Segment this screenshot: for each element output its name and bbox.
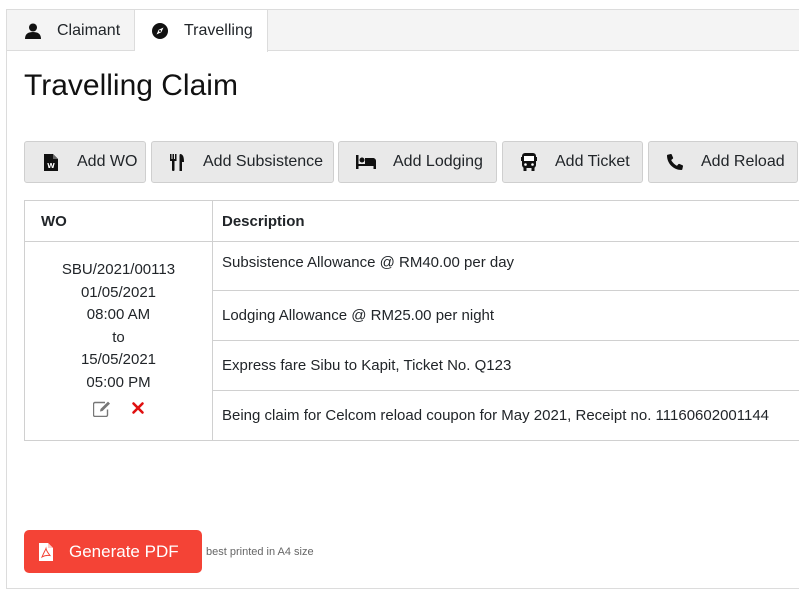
add-subsistence-button[interactable]: Add Subsistence: [151, 141, 334, 183]
table-header: WO Description: [25, 201, 799, 242]
add-lodging-label: Add Lodging: [393, 153, 483, 170]
utensils-icon: [167, 153, 187, 171]
tab-travelling[interactable]: Travelling: [135, 10, 268, 52]
bed-icon: [355, 153, 377, 171]
wo-end-date: 15/05/2021: [80, 351, 157, 369]
generate-pdf-button[interactable]: Generate PDF: [24, 530, 202, 573]
user-icon: [24, 22, 42, 40]
tab-claimant[interactable]: Claimant: [7, 10, 135, 51]
generate-pdf-label: Generate PDF: [69, 541, 179, 561]
delete-icon[interactable]: [131, 401, 145, 417]
add-reload-label: Add Reload: [701, 153, 785, 170]
wo-actions: [25, 401, 212, 417]
word-file-icon: W: [41, 153, 61, 171]
app-frame: Claimant Travelling Travelling Claim W A…: [6, 9, 799, 589]
compass-icon: [151, 22, 169, 40]
phone-icon: [665, 153, 685, 171]
table-row: SBU/2021/00113 01/05/2021 08:00 AM to 15…: [25, 242, 799, 440]
page-title: Travelling Claim: [24, 69, 238, 102]
claims-table: WO Description SBU/2021/00113 01/05/2021…: [24, 200, 799, 441]
add-wo-button[interactable]: W Add WO: [24, 141, 146, 183]
wo-start-time: 08:00 AM: [86, 306, 151, 324]
wo-separator: to: [112, 328, 125, 346]
print-note: best printed in A4 size: [206, 546, 314, 558]
svg-text:W: W: [47, 162, 55, 170]
description-column: Subsistence Allowance @ RM40.00 per day …: [213, 242, 799, 440]
wo-start-date: 01/05/2021: [80, 283, 157, 301]
edit-icon[interactable]: [92, 401, 111, 417]
add-wo-label: Add WO: [77, 153, 138, 170]
header-wo: WO: [25, 201, 213, 241]
header-description: Description: [222, 212, 305, 230]
add-subsistence-label: Add Subsistence: [203, 153, 324, 170]
wo-end-time: 05:00 PM: [86, 373, 151, 391]
tab-bar: Claimant Travelling: [7, 10, 799, 52]
description-row: Express fare Sibu to Kapit, Ticket No. Q…: [213, 341, 799, 391]
bus-icon: [519, 153, 539, 171]
add-lodging-button[interactable]: Add Lodging: [338, 141, 497, 183]
wo-number: SBU/2021/00113: [61, 261, 176, 278]
description-row: Being claim for Celcom reload coupon for…: [222, 407, 770, 424]
add-ticket-label: Add Ticket: [555, 153, 630, 170]
wo-cell: SBU/2021/00113 01/05/2021 08:00 AM to 15…: [25, 242, 213, 440]
tab-claimant-label: Claimant: [57, 21, 121, 39]
tab-travelling-label: Travelling: [184, 22, 253, 39]
add-reload-button[interactable]: Add Reload: [648, 141, 798, 183]
description-row: Lodging Allowance @ RM25.00 per night: [213, 291, 799, 341]
description-row: Subsistence Allowance @ RM40.00 per day: [213, 242, 799, 291]
pdf-file-icon: [39, 542, 55, 561]
add-ticket-button[interactable]: Add Ticket: [502, 141, 643, 183]
